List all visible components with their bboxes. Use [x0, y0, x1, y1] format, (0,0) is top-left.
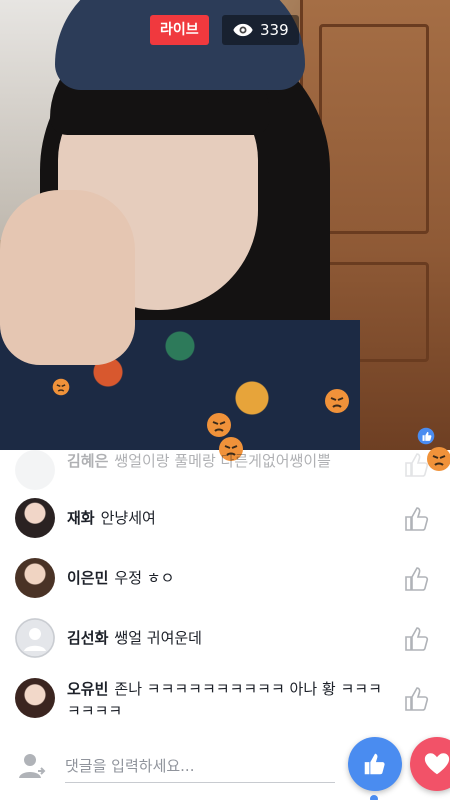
comment-item: 재화 안냥세여 [0, 498, 450, 538]
thumbs-up-icon [364, 753, 385, 775]
default-avatar[interactable] [15, 618, 55, 658]
comment-body: 쌩얼이랑 풀메랑 다른게없어쌩이쁠 [114, 452, 331, 470]
comment-author[interactable]: 오유빈 [67, 680, 108, 698]
like-reaction-icon [417, 427, 435, 445]
comment-item: 김선화 쌩얼 귀여운데 [0, 618, 450, 658]
comment-author[interactable]: 김선화 [67, 629, 108, 647]
comment-text: 김혜은 쌩얼이랑 풀메랑 다른게없어쌩이쁠 [67, 450, 387, 472]
streamer-beanie [55, 0, 305, 90]
heart-icon [424, 753, 450, 775]
viewer-count: 339 [260, 21, 289, 39]
avatar[interactable] [15, 558, 55, 598]
comment-author[interactable]: 김혜은 [67, 452, 108, 470]
comment-list[interactable]: 김혜은 쌩얼이랑 풀메랑 다른게없어쌩이쁠 재화 안냥세여 이은민 우정 ㅎㅇ [0, 450, 450, 730]
avatar[interactable] [15, 678, 55, 718]
comment-text: 재화 안냥세여 [67, 498, 387, 529]
comment-item: 이은민 우정 ㅎㅇ [0, 558, 450, 598]
comment-author[interactable]: 재화 [67, 509, 95, 527]
streamer-hand [0, 190, 135, 365]
thumbs-up-icon[interactable] [402, 504, 432, 534]
comment-body: 안냥세여 [100, 509, 156, 527]
comment-body: 쌩얼 귀여운데 [114, 629, 202, 647]
person-icon [19, 754, 46, 778]
thumbs-up-icon[interactable] [402, 450, 432, 480]
angry-reaction-icon [52, 378, 70, 396]
person-silhouette-icon [15, 618, 55, 658]
live-badge: 라이브 [150, 15, 209, 45]
avatar [15, 450, 55, 490]
comment-item: 오유빈 존나 ㅋㅋㅋㅋㅋㅋㅋㅋㅋㅋ 아나 황 ㅋㅋㅋㅋㅋㅋㅋ [0, 678, 450, 722]
comment-text: 이은민 우정 ㅎㅇ [67, 558, 387, 589]
comment-body: 우정 ㅎㅇ [114, 569, 175, 587]
thumbs-up-icon[interactable] [402, 624, 432, 654]
comment-input[interactable] [65, 749, 335, 783]
angry-reaction-icon [207, 413, 231, 437]
comment-input-bar [0, 735, 450, 800]
comment-text: 김선화 쌩얼 귀여운데 [67, 618, 387, 649]
angry-reaction-icon [325, 389, 349, 413]
active-indicator-dot [370, 795, 378, 800]
comment-item: 김혜은 쌩얼이랑 풀메랑 다른게없어쌩이쁠 [0, 450, 450, 490]
avatar[interactable] [15, 498, 55, 538]
love-button[interactable] [410, 737, 450, 791]
like-button[interactable] [348, 737, 402, 791]
thumbs-up-icon[interactable] [402, 684, 432, 714]
viewer-count-badge: 339 [222, 15, 299, 45]
eye-icon [233, 23, 253, 37]
thumbs-up-icon[interactable] [402, 564, 432, 594]
comment-author[interactable]: 이은민 [67, 569, 108, 587]
comment-body: 존나 ㅋㅋㅋㅋㅋㅋㅋㅋㅋㅋ 아나 황 ㅋㅋㅋㅋㅋㅋㅋ [67, 680, 382, 720]
comment-text: 오유빈 존나 ㅋㅋㅋㅋㅋㅋㅋㅋㅋㅋ 아나 황 ㅋㅋㅋㅋㅋㅋㅋ [67, 678, 387, 722]
